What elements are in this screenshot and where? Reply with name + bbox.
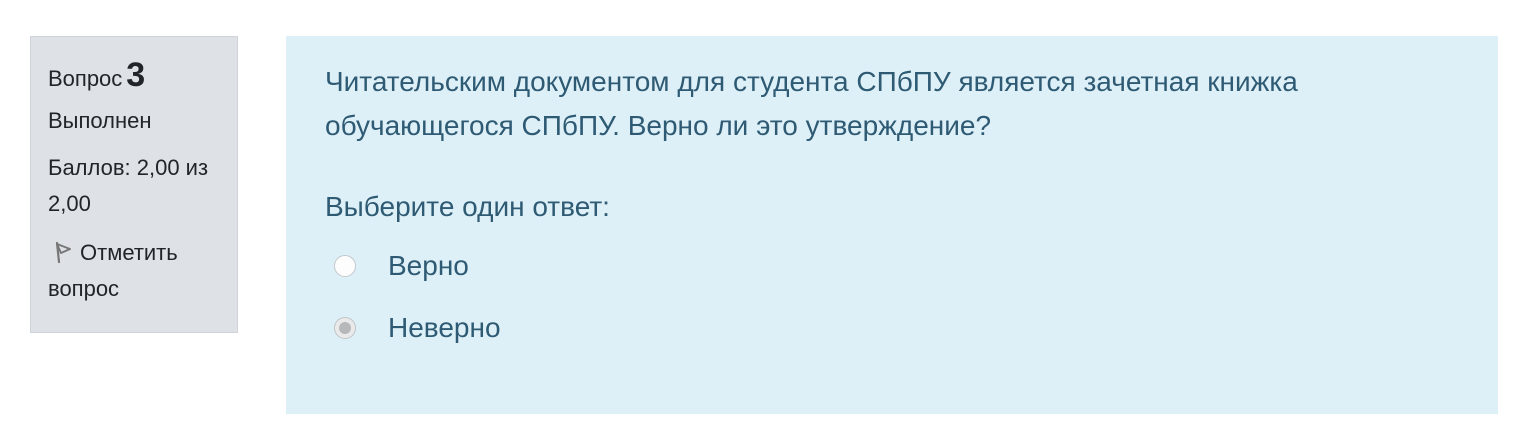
answer-option-label: Верно	[388, 250, 469, 281]
question-grade: Баллов: 2,00 из 2,00	[48, 155, 209, 216]
flag-question-link[interactable]: Отметить вопрос	[48, 235, 221, 307]
question-text: Читательским документом для студента СПб…	[325, 66, 1298, 141]
question-info-panel: Вопрос 3 Выполнен Баллов: 2,00 из 2,00 От…	[30, 36, 238, 333]
question-content: Читательским документом для студента СПб…	[286, 36, 1498, 414]
question-number-heading: Вопрос 3	[48, 55, 221, 99]
answer-option-true[interactable]: Верно	[325, 235, 1460, 297]
answer-prompt: Выберите один ответ:	[325, 191, 610, 222]
answer-option-false[interactable]: Неверно	[325, 297, 1460, 359]
answer-option-label: Неверно	[388, 312, 501, 343]
answer-options: Верно Неверно	[325, 235, 1460, 359]
question-label: Вопрос	[48, 66, 123, 91]
question-state: Выполнен	[48, 108, 152, 133]
question-number: 3	[126, 56, 146, 94]
radio-button-selected[interactable]	[334, 317, 356, 339]
radio-button[interactable]	[334, 255, 356, 277]
flag-icon	[55, 241, 71, 264]
